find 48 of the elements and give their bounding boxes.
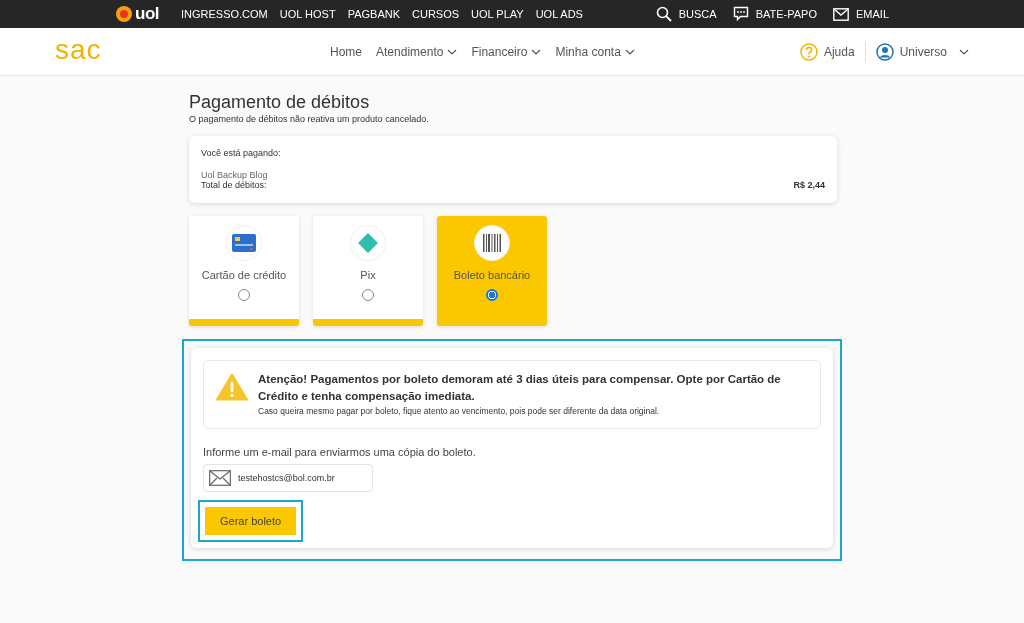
- uol-logo[interactable]: uol: [115, 4, 159, 24]
- top-link[interactable]: UOL PLAY: [471, 8, 524, 20]
- question-icon: [799, 42, 818, 61]
- top-link[interactable]: PAGBANK: [347, 8, 400, 20]
- top-action-link[interactable]: BUSCA: [655, 6, 717, 22]
- email-label: Informe um e-mail para enviarmos uma cópia do boleto.: [203, 446, 477, 458]
- top-link[interactable]: INGRESSO.COM: [181, 8, 268, 20]
- help-link[interactable]: Ajuda: [799, 42, 855, 61]
- user-menu[interactable]: Universo: [875, 42, 969, 61]
- payment-option-card[interactable]: Pix: [313, 216, 423, 326]
- warning-icon: [216, 373, 248, 401]
- mail-icon: [833, 7, 849, 21]
- nav-menu-item[interactable]: Minha conta: [555, 44, 635, 59]
- payment-option-label: Boleto bancário: [453, 269, 531, 281]
- chat-icon: [732, 6, 749, 22]
- payment-option-card[interactable]: Boleto bancário: [437, 216, 547, 326]
- envelope-icon: [209, 470, 231, 486]
- top-action-link[interactable]: EMAIL: [833, 7, 889, 21]
- top-link[interactable]: UOL ADS: [535, 8, 583, 20]
- page-subtitle: O pagamento de débitos não reativa um produto cancelado.: [189, 114, 430, 124]
- payment-option-card[interactable]: Cartão de crédito: [189, 216, 299, 326]
- warning-title: Atenção! Pagamentos por boleto demoram até 3 dias úteis para compensar. Opte por Cartão de Crédito e tenha compensação imediata.: [258, 372, 782, 404]
- top-link[interactable]: UOL HOST: [279, 8, 336, 20]
- payment-option-label: Cartão de crédito: [201, 269, 287, 281]
- radio-button[interactable]: [486, 289, 498, 301]
- search-icon: [655, 6, 672, 22]
- diamond-icon: [357, 232, 379, 254]
- nav-menu-item[interactable]: Financeiro: [471, 44, 542, 59]
- summary-heading: Você está pagando:: [201, 148, 282, 158]
- page-title: Pagamento de débitos: [188, 92, 371, 113]
- chevron-down-icon: [959, 48, 969, 55]
- top-link[interactable]: CURSOS: [412, 8, 460, 20]
- payment-option-label: Pix: [360, 269, 376, 281]
- total-label: Total de débitos:: [201, 180, 267, 190]
- email-field[interactable]: testehostcs@bol.com.br: [203, 464, 373, 492]
- nav-menu-item[interactable]: Atendimento: [376, 44, 458, 59]
- credit-card-icon: [232, 234, 256, 252]
- warning-text: Caso queira mesmo pagar por boleto, fique atento ao vencimento, pois pode ser diferente da data original.: [258, 406, 661, 416]
- radio-button[interactable]: [238, 289, 250, 301]
- user-icon: [875, 42, 894, 61]
- barcode-icon: [482, 233, 502, 253]
- generate-boleto-button[interactable]: Gerar boleto: [205, 507, 297, 535]
- product-name: Uol Backup Blog: [201, 170, 269, 180]
- logo-icon: [115, 5, 133, 23]
- total-amount: R$ 2,44: [793, 180, 825, 190]
- nav-menu-item[interactable]: Home: [330, 44, 362, 59]
- radio-button[interactable]: [362, 289, 374, 301]
- top-action-link[interactable]: BATE-PAPO: [732, 6, 817, 22]
